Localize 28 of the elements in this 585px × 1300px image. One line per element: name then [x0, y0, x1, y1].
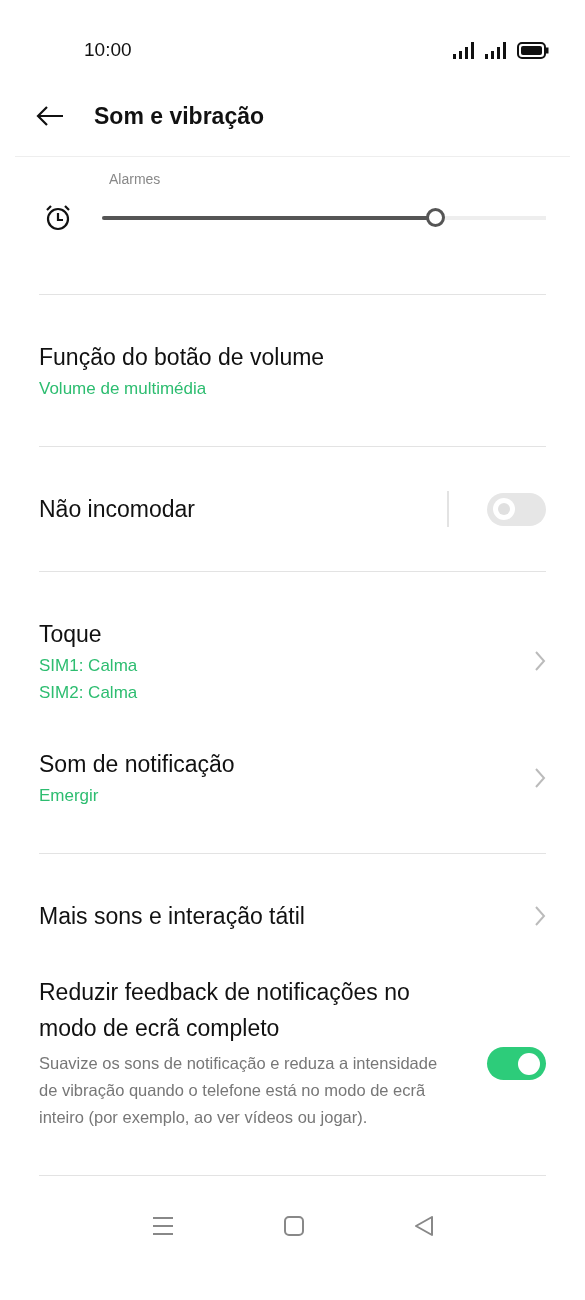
slider-label: Alarmes — [109, 170, 162, 189]
chevron-icon — [534, 905, 546, 927]
page-title: Som e vibração — [94, 101, 265, 131]
setting-value: Volume de multimédia — [39, 378, 208, 400]
chevron-icon — [534, 650, 546, 672]
toggle-switch[interactable] — [487, 492, 546, 526]
signal-icon — [453, 41, 477, 59]
toggle-switch[interactable] — [487, 1047, 546, 1080]
status-time: 10:00 — [84, 37, 132, 62]
chevron-icon — [534, 766, 546, 789]
setting-value: SIM1: Calma — [39, 655, 138, 677]
setting-value: SIM2: Calma — [39, 682, 138, 704]
back-arrow-icon[interactable] — [36, 106, 64, 126]
battery-icon — [517, 41, 549, 59]
setting-title: Som de notificação — [39, 750, 235, 779]
setting-title: Mais sons e interação tátil — [39, 902, 305, 931]
signal-icon — [485, 41, 509, 59]
setting-title: Função do botão de volume — [39, 343, 325, 372]
alarm-clock-icon — [44, 204, 72, 232]
setting-title: Toque — [39, 620, 103, 649]
setting-description: Suavize os sons de notificação e reduza a intensidade de vibração quando o telefone está no modo de ecrã inteiro (por exemplo, ao ver vídeos ou jogar). — [39, 1053, 439, 1128]
setting-title: Reduzir feedback de notificações no modo de ecrã completo — [39, 978, 411, 1043]
home-icon[interactable] — [283, 1216, 304, 1236]
menu-icon[interactable] — [151, 1216, 174, 1236]
back-icon[interactable] — [413, 1216, 434, 1236]
setting-value: Emergir — [39, 785, 100, 807]
setting-title: Não incomodar — [39, 495, 195, 524]
slider-thumb[interactable] — [426, 208, 445, 227]
